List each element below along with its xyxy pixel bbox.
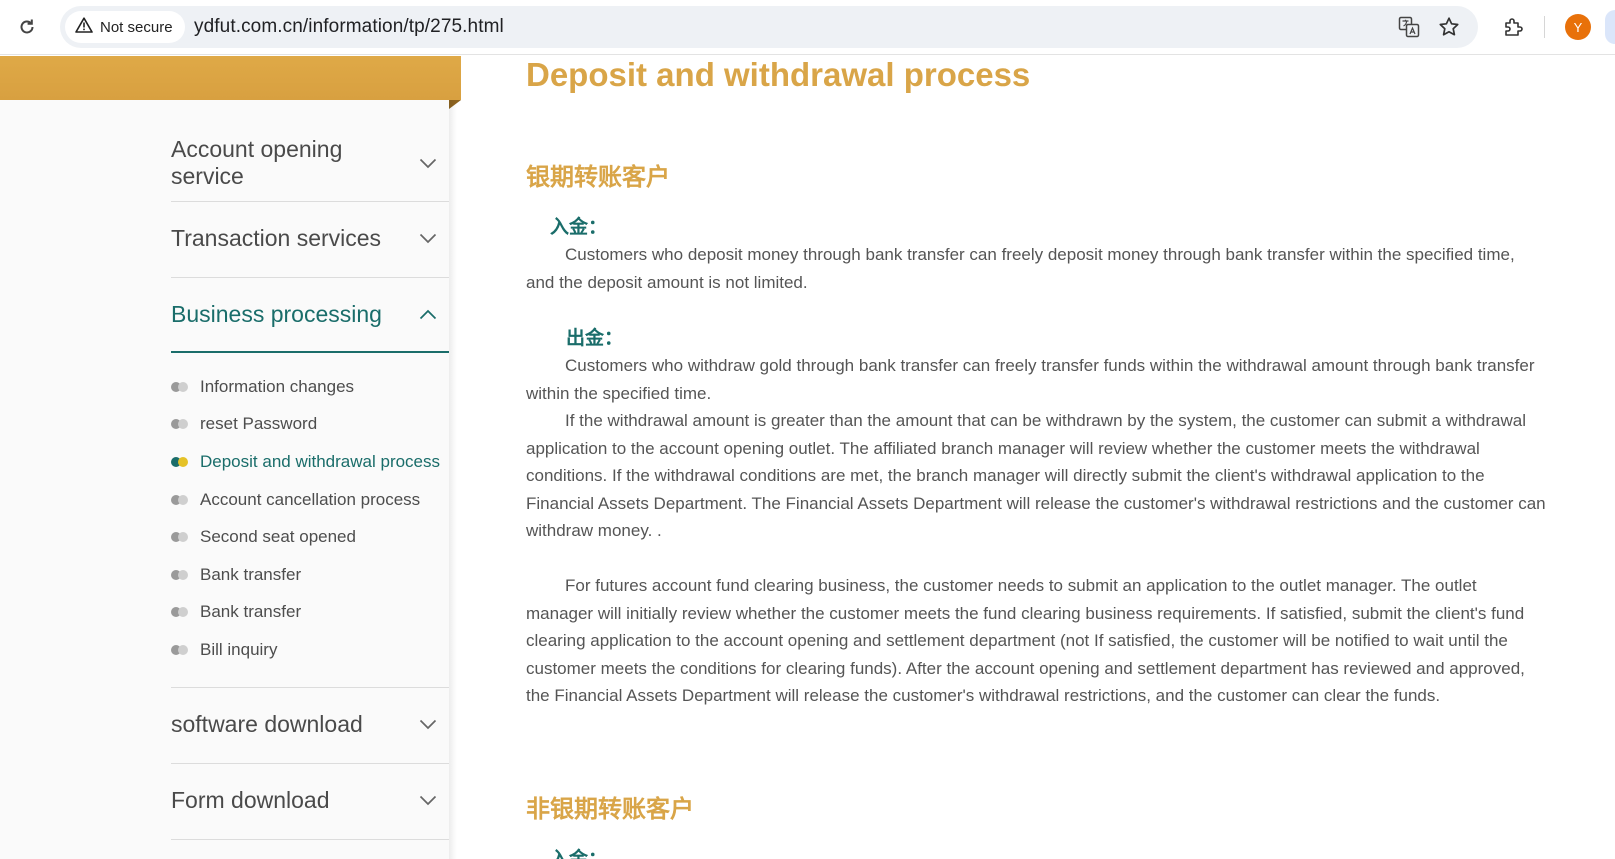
sidebar-item-label: Second seat opened [200, 527, 356, 546]
sidebar-banner [0, 56, 461, 100]
sidebar-item-information-changes[interactable]: Information changes [171, 375, 451, 399]
sidebar-section-form-download[interactable]: Form download [171, 782, 449, 818]
withdraw-paragraph: Customers who withdraw gold through bank… [526, 356, 1535, 403]
browser-toolbar: Not secure ydfut.com.cn/information/tp/2… [0, 0, 1615, 55]
sidebar-divider [171, 763, 449, 764]
section-heading-bank-transfer-clients: 银期转账客户 [526, 164, 670, 191]
warning-icon [75, 16, 93, 38]
sidebar-item-label: reset Password [200, 414, 318, 433]
sidebar-item-label: Bank transfer [200, 602, 302, 621]
bullet-icon [171, 605, 200, 619]
extensions-icon[interactable] [1499, 12, 1529, 42]
toolbar-divider [1544, 16, 1545, 38]
bullet-icon [171, 643, 200, 657]
sidebar-divider [171, 839, 449, 840]
bullet-icon [171, 568, 200, 582]
sidebar-item-label: Deposit and withdrawal process [200, 452, 441, 471]
chevron-down-icon [417, 152, 439, 174]
sidebar-item-account-cancellation[interactable]: Account cancellation process [171, 488, 451, 512]
bullet-icon [171, 380, 200, 394]
deposit-paragraph: Customers who deposit money through bank… [526, 245, 1515, 292]
bullet-icon [171, 455, 200, 469]
page-title: Deposit and withdrawal process [526, 56, 1031, 93]
sidebar-item-deposit-withdrawal[interactable]: Deposit and withdrawal process [171, 450, 451, 474]
section-label: Form download [171, 786, 330, 813]
sidebar-item-bank-transfer-2[interactable]: Bank transfer [171, 600, 451, 624]
security-chip[interactable]: Not secure [65, 11, 185, 43]
sidebar-item-label: Account cancellation process [200, 490, 421, 509]
fund-clearing-paragraph: For futures account fund clearing busine… [526, 576, 1525, 705]
chevron-down-icon [417, 789, 439, 811]
sidebar-divider-active [171, 351, 449, 353]
side-panel-button[interactable] [1605, 10, 1615, 44]
bullet-icon [171, 530, 200, 544]
sidebar-section-account-opening[interactable]: Account opening service [171, 136, 449, 189]
sidebar-item-bill-inquiry[interactable]: Bill inquiry [171, 638, 451, 662]
sidebar-section-business-processing[interactable]: Business processing [171, 296, 449, 332]
bookmark-star-icon[interactable] [1436, 14, 1462, 40]
sidebar-item-second-seat[interactable]: Second seat opened [171, 525, 451, 549]
sidebar-divider [171, 277, 449, 278]
section-heading-non-bank-transfer-clients: 非银期转账客户 [526, 796, 694, 823]
section-label: Business processing [171, 300, 382, 327]
sidebar-item-label: Bill inquiry [200, 640, 278, 659]
withdraw-label: 出金： [566, 328, 624, 349]
sidebar-section-transaction-services[interactable]: Transaction services [171, 220, 449, 256]
sidebar-section-software-download[interactable]: software download [171, 706, 449, 742]
withdraw-limit-paragraph: If the withdrawal amount is greater than… [526, 411, 1546, 540]
reload-icon[interactable] [14, 14, 40, 40]
sidebar-divider [171, 201, 449, 202]
sidebar-divider [171, 687, 449, 688]
sidebar-item-label: Bank transfer [200, 565, 302, 584]
sidebar-item-reset-password[interactable]: reset Password [171, 412, 451, 436]
sidebar-item-bank-transfer[interactable]: Bank transfer [171, 563, 451, 587]
url-text[interactable]: ydfut.com.cn/information/tp/275.html [194, 6, 504, 48]
bullet-icon [171, 417, 200, 431]
chevron-down-icon [417, 227, 439, 249]
deposit-label-2: 入金： [550, 844, 607, 859]
translate-icon[interactable] [1396, 14, 1422, 40]
sidebar-shadow [449, 100, 457, 859]
address-bar[interactable]: Not secure ydfut.com.cn/information/tp/2… [60, 6, 1478, 48]
sidebar [0, 100, 449, 859]
chevron-up-icon [417, 303, 439, 325]
security-label: Not secure [100, 18, 173, 36]
profile-avatar[interactable]: Y [1565, 14, 1591, 40]
chevron-down-icon [417, 713, 439, 735]
section-label: Transaction services [171, 224, 382, 251]
sidebar-item-label: Information changes [200, 377, 355, 396]
section-label: software download [171, 710, 363, 737]
section-label: Account opening service [171, 136, 343, 189]
bullet-icon [171, 493, 200, 507]
deposit-label: 入金： [550, 217, 608, 238]
